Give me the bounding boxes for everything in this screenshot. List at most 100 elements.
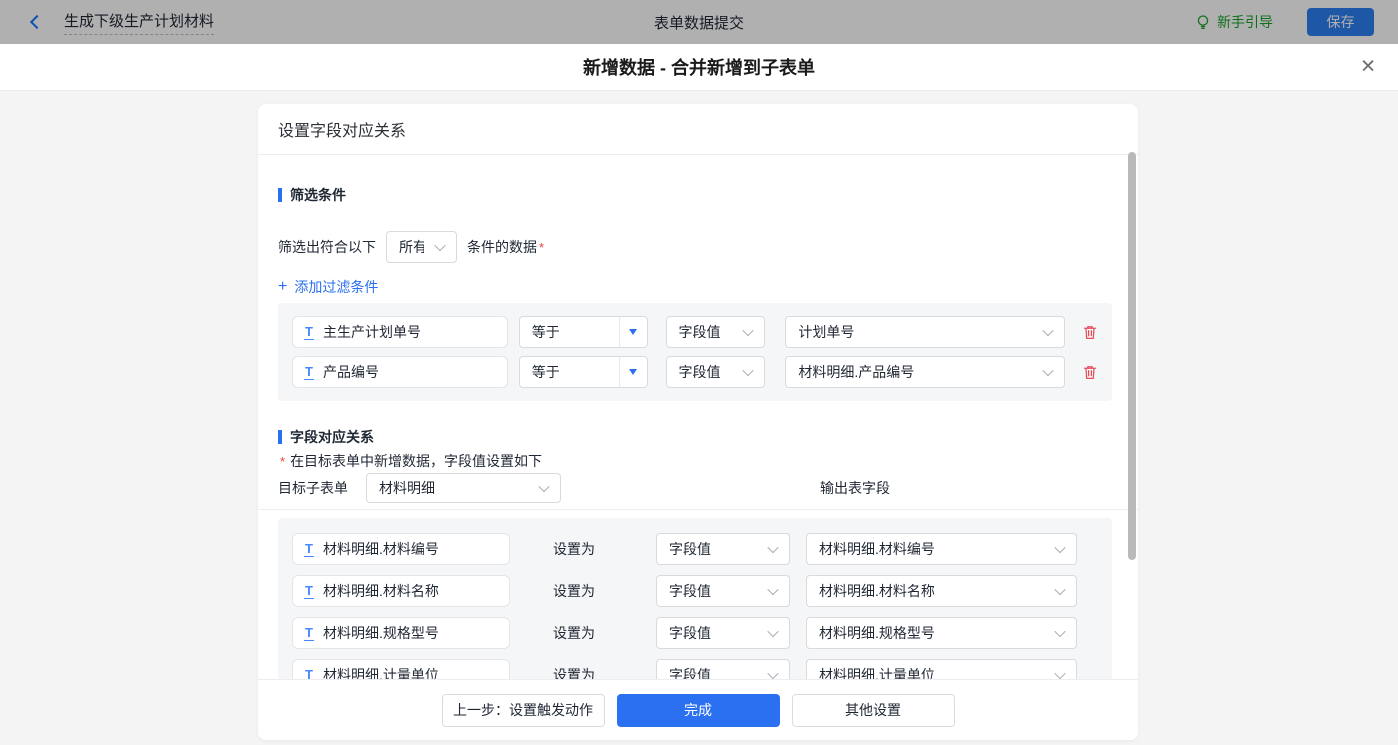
chevron-down-icon — [743, 365, 754, 376]
other-settings-button[interactable]: 其他设置 — [792, 694, 955, 727]
mapping-field-label: 材料明细.规格型号 — [323, 623, 439, 643]
previous-step-button[interactable]: 上一步：设置触发动作 — [442, 694, 605, 727]
mapping-field-box: T 材料明细.规格型号 — [292, 617, 510, 649]
done-button[interactable]: 完成 — [617, 694, 780, 727]
card-scroll-area: 筛选条件 筛选出符合以下 所有 条件的数据* + 添加过滤条件 — [258, 155, 1138, 679]
mapping-field-label: 材料明细.材料编号 — [323, 539, 439, 559]
value-type-value: 字段值 — [669, 581, 757, 601]
source-field-value: 材料明细.计量单位 — [819, 665, 1044, 679]
mapping-row: T 材料明细.计量单位 设置为 字段值 材料明细.计量单位 — [292, 659, 1098, 679]
delete-condition-button[interactable] — [1082, 324, 1098, 341]
mapping-field-box: T 材料明细.计量单位 — [292, 659, 510, 679]
plus-icon: + — [278, 279, 287, 295]
modal-content: 设置字段对应关系 筛选条件 筛选出符合以下 所有 条件的数据* + 添加过滤条件 — [0, 91, 1398, 744]
value-type-select[interactable]: 字段值 — [666, 356, 766, 388]
section-accent-bar — [278, 188, 282, 202]
chevron-down-icon — [1054, 626, 1065, 637]
chevron-down-icon — [434, 240, 445, 251]
match-mode-value: 所有 — [399, 237, 424, 257]
chevron-down-icon — [538, 481, 549, 492]
triangle-down-icon — [629, 329, 637, 335]
card-title: 设置字段对应关系 — [258, 104, 1138, 155]
target-subform-value: 材料明细 — [379, 478, 528, 498]
filter-heading-label: 筛选条件 — [290, 185, 346, 205]
text-field-icon: T — [304, 365, 314, 380]
filter-row: T 产品编号 等于 字段值 材料明细.产品编号 — [292, 356, 1098, 388]
settings-card: 设置字段对应关系 筛选条件 筛选出符合以下 所有 条件的数据* + 添加过滤条件 — [258, 104, 1138, 740]
chevron-down-icon — [767, 668, 778, 679]
text-field-icon: T — [304, 325, 314, 340]
add-filter-condition-link[interactable]: + 添加过滤条件 — [278, 277, 378, 297]
suffix-label: 条件的数据 — [467, 239, 537, 255]
filter-field-box: T 产品编号 — [292, 356, 508, 388]
operator-value: 等于 — [520, 357, 619, 387]
mapping-row: T 材料明细.材料名称 设置为 字段值 材料明细.材料名称 — [292, 575, 1098, 607]
section-divider — [258, 509, 1138, 510]
target-subform-select[interactable]: 材料明细 — [366, 473, 561, 503]
text-field-icon: T — [304, 668, 314, 680]
filter-field-box: T 主生产计划单号 — [292, 316, 508, 348]
source-field-select[interactable]: 材料明细.材料编号 — [806, 533, 1077, 565]
operator-value: 等于 — [520, 317, 619, 347]
value-type-select[interactable]: 字段值 — [656, 617, 790, 649]
mapping-field-label: 材料明细.计量单位 — [323, 665, 439, 679]
set-to-label: 设置为 — [553, 539, 595, 559]
filter-rows-panel: T 主生产计划单号 等于 字段值 计划单号 — [278, 303, 1112, 401]
mapping-hint: * 在目标表单中新增数据，字段值设置如下 — [278, 451, 1112, 471]
source-field-select[interactable]: 材料明细.计量单位 — [806, 659, 1077, 679]
operator-select[interactable]: 等于 — [519, 356, 648, 388]
modal-title: 新增数据 - 合并新增到子表单 — [583, 54, 815, 80]
operator-dropdown-button[interactable] — [619, 357, 647, 387]
chevron-down-icon — [1042, 325, 1053, 336]
add-filter-label: 添加过滤条件 — [294, 277, 378, 297]
delete-condition-button[interactable] — [1082, 364, 1098, 381]
value-type-value: 字段值 — [679, 362, 733, 382]
page-title: 表单数据提交 — [0, 12, 1398, 33]
chevron-down-icon — [1042, 365, 1053, 376]
filter-sentence: 筛选出符合以下 所有 条件的数据* — [278, 231, 1112, 263]
mapping-section-heading: 字段对应关系 — [278, 427, 1112, 447]
chevron-down-icon — [1054, 584, 1065, 595]
source-field-value: 材料明细.规格型号 — [819, 623, 1044, 643]
beginner-guide-link[interactable]: 新手引导 — [1195, 12, 1273, 32]
source-field-value: 材料明细.材料名称 — [819, 581, 1044, 601]
mapping-hint-text: 在目标表单中新增数据，字段值设置如下 — [290, 451, 542, 471]
lightbulb-icon — [1195, 14, 1211, 31]
required-asterisk: * — [280, 454, 285, 469]
chevron-down-icon — [1054, 668, 1065, 679]
value-type-select[interactable]: 字段值 — [656, 659, 790, 679]
match-mode-select[interactable]: 所有 — [386, 231, 457, 263]
value-type-value: 字段值 — [669, 665, 757, 679]
value-type-value: 字段值 — [679, 322, 733, 342]
compare-value-select[interactable]: 计划单号 — [785, 316, 1065, 348]
section-accent-bar — [278, 430, 282, 444]
save-button[interactable]: 保存 — [1307, 8, 1374, 36]
source-field-select[interactable]: 材料明细.规格型号 — [806, 617, 1077, 649]
mapping-field-label: 材料明细.材料名称 — [323, 581, 439, 601]
set-to-label: 设置为 — [553, 665, 595, 679]
chevron-down-icon — [743, 325, 754, 336]
source-field-value: 材料明细.材料编号 — [819, 539, 1044, 559]
filter-field-label: 产品编号 — [323, 362, 379, 382]
compare-value: 计划单号 — [798, 322, 1032, 342]
filter-row: T 主生产计划单号 等于 字段值 计划单号 — [292, 316, 1098, 348]
operator-select[interactable]: 等于 — [519, 316, 648, 348]
close-icon[interactable]: ✕ — [1360, 58, 1376, 77]
trash-icon — [1082, 324, 1098, 341]
value-type-select[interactable]: 字段值 — [656, 533, 790, 565]
set-to-label: 设置为 — [553, 623, 595, 643]
value-type-value: 字段值 — [669, 539, 757, 559]
mapping-heading-label: 字段对应关系 — [290, 427, 374, 447]
operator-dropdown-button[interactable] — [619, 317, 647, 347]
chevron-down-icon — [1054, 542, 1065, 553]
chevron-down-icon — [767, 542, 778, 553]
text-field-icon: T — [304, 584, 314, 599]
scrollbar-thumb[interactable] — [1128, 152, 1136, 560]
source-field-select[interactable]: 材料明细.材料名称 — [806, 575, 1077, 607]
value-type-select[interactable]: 字段值 — [666, 316, 766, 348]
compare-value-select[interactable]: 材料明细.产品编号 — [785, 356, 1065, 388]
guide-label: 新手引导 — [1217, 12, 1273, 32]
triangle-down-icon — [629, 369, 637, 375]
mapping-row: T 材料明细.规格型号 设置为 字段值 材料明细.规格型号 — [292, 617, 1098, 649]
value-type-select[interactable]: 字段值 — [656, 575, 790, 607]
